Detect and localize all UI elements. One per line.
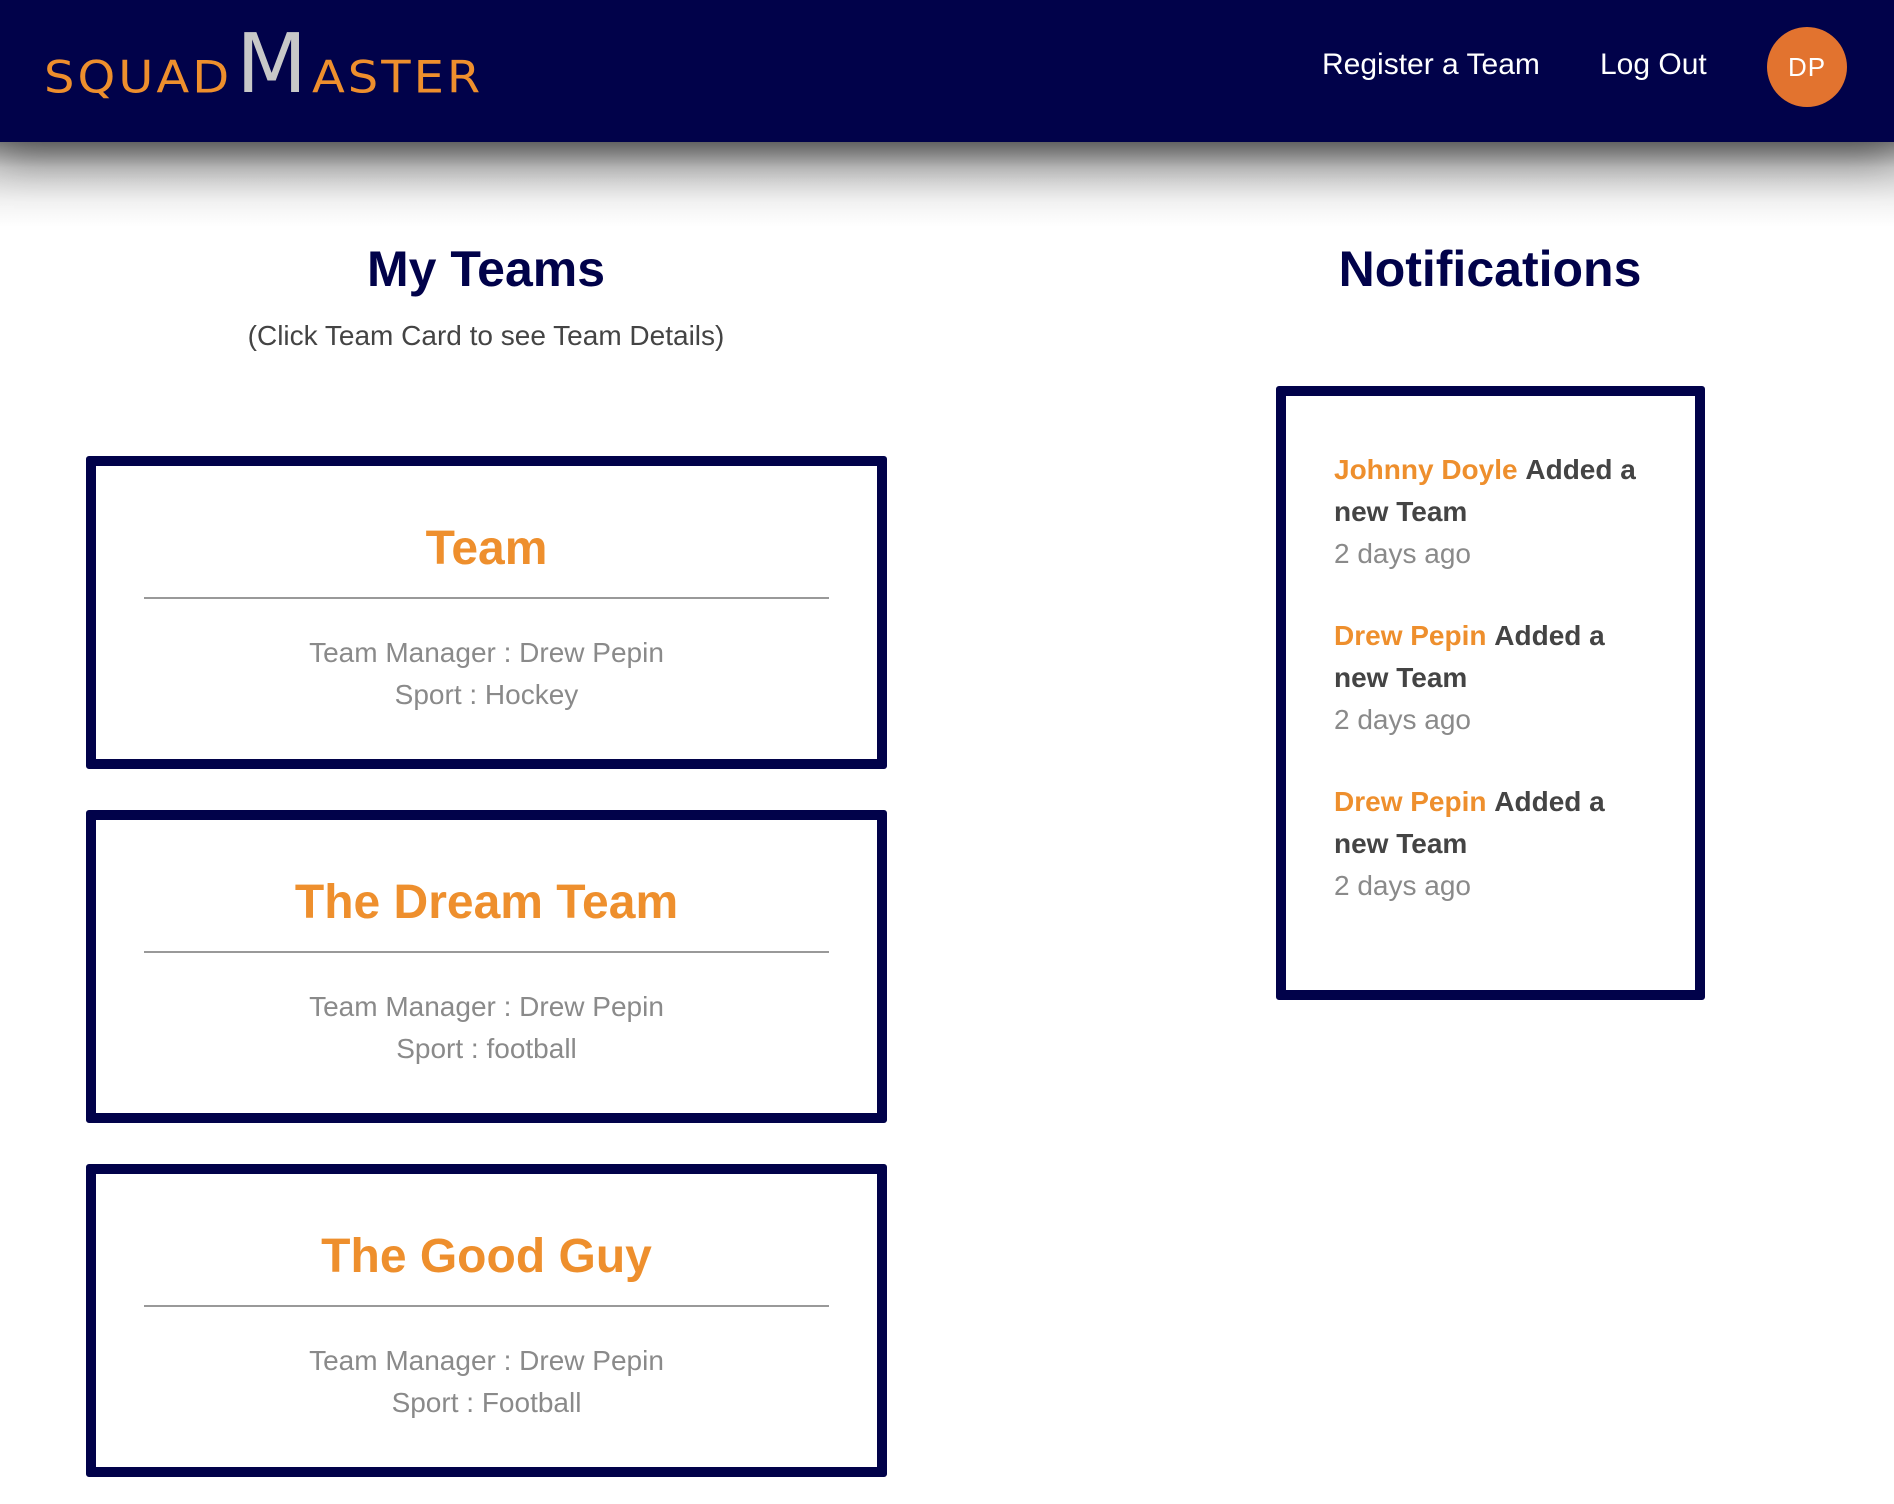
notification-item: Drew Pepin Added a new Team 2 days ago <box>1334 781 1664 907</box>
team-card-sport: Sport : football <box>396 1033 577 1064</box>
team-card-manager: Team Manager : Drew Pepin <box>309 991 664 1022</box>
team-card-divider <box>144 597 829 599</box>
team-card-divider <box>144 1305 829 1307</box>
notification-time: 2 days ago <box>1334 704 1471 735</box>
team-card[interactable]: Team Team Manager : Drew Pepin Sport : H… <box>86 456 887 769</box>
team-card-manager: Team Manager : Drew Pepin <box>309 637 664 668</box>
my-teams-title: My Teams <box>366 241 606 297</box>
navbar-shadow <box>0 142 1894 227</box>
team-card-sport: Sport : Football <box>391 1387 582 1418</box>
register-team-link[interactable]: Register a Team <box>1322 48 1540 82</box>
team-card-divider <box>144 951 829 953</box>
team-card[interactable]: The Good Guy Team Manager : Drew Pepin S… <box>86 1164 887 1477</box>
team-card-name: Team <box>425 522 548 575</box>
notification-user-link[interactable]: Johnny Doyle <box>1334 454 1518 485</box>
user-avatar[interactable]: DP <box>1767 27 1847 107</box>
team-card-manager: Team Manager : Drew Pepin <box>309 1345 664 1376</box>
logo-part-aster: ASTER <box>311 52 484 104</box>
team-card-sport: Sport : Hockey <box>394 679 579 710</box>
notification-item: Drew Pepin Added a new Team 2 days ago <box>1334 615 1664 741</box>
team-card-name: The Dream Team <box>294 876 679 929</box>
notifications-title: Notifications <box>1338 241 1642 297</box>
notifications-panel: Johnny Doyle Added a new Team 2 days ago… <box>1276 386 1705 1000</box>
top-navbar: SQUAD M ASTER Register a Team Log Out DP <box>0 0 1894 142</box>
logo-part-m: M <box>236 17 310 113</box>
logo-part-squad: SQUAD <box>44 52 233 104</box>
notification-time: 2 days ago <box>1334 870 1471 901</box>
team-card-name: The Good Guy <box>321 1230 652 1283</box>
notification-time: 2 days ago <box>1334 538 1471 569</box>
notification-user-link[interactable]: Drew Pepin <box>1334 786 1486 817</box>
my-teams-subtitle: (Click Team Card to see Team Details) <box>247 320 725 351</box>
avatar-initials: DP <box>1787 51 1827 82</box>
team-card[interactable]: The Dream Team Team Manager : Drew Pepin… <box>86 810 887 1123</box>
squadmaster-logo[interactable]: SQUAD M ASTER <box>44 17 484 113</box>
logout-link[interactable]: Log Out <box>1600 48 1707 82</box>
notification-user-link[interactable]: Drew Pepin <box>1334 620 1486 651</box>
notification-item: Johnny Doyle Added a new Team 2 days ago <box>1334 449 1664 575</box>
